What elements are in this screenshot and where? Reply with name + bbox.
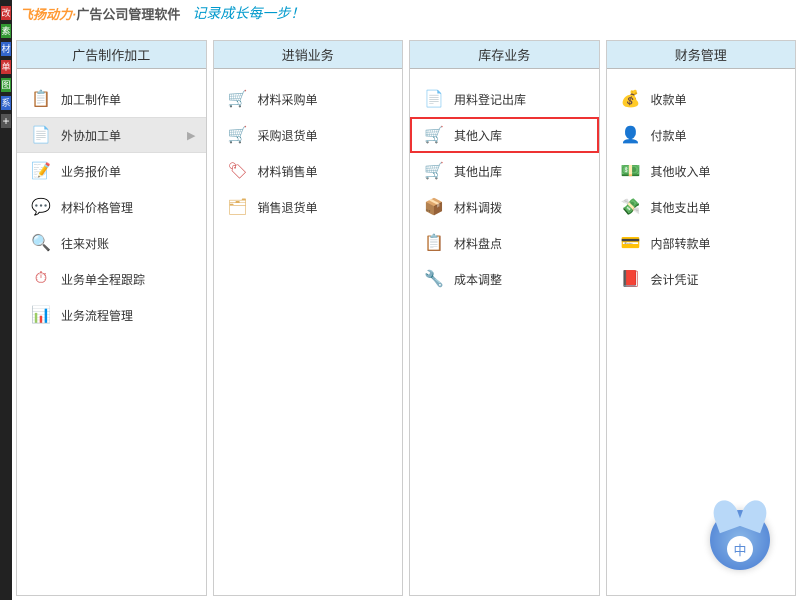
sidebar-add[interactable]: +	[1, 114, 11, 128]
menu-label: 往来对账	[61, 235, 196, 252]
menu-label: 会计凭证	[651, 271, 786, 288]
menu-label: 业务流程管理	[61, 307, 196, 324]
menu-item[interactable]: 📋 材料盘点	[410, 225, 599, 261]
sidebar-tab[interactable]: 图	[1, 78, 11, 92]
menu-label: 材料价格管理	[61, 199, 196, 216]
menu-item[interactable]: 🔧 成本调整	[410, 261, 599, 297]
menu-item[interactable]: 🏷 材料销售单	[214, 153, 403, 189]
menu-icon: 🏷	[228, 161, 248, 181]
menu-icon: 💳	[621, 233, 641, 253]
panel-body: 💰 收款单 👤 付款单 💵 其他收入单 💸 其他支出单 💳 内部转款单 📕 会计凭证	[607, 69, 796, 595]
menu-icon: 🛒	[228, 89, 248, 109]
panel-body: 🛒 材料采购单 🛒 采购退货单 🏷 材料销售单 🗂 销售退货单	[214, 69, 403, 595]
menu-label: 其他出库	[454, 163, 589, 180]
menu-label: 其他入库	[454, 127, 589, 144]
menu-icon: 📄	[424, 89, 444, 109]
menu-icon: 💵	[621, 161, 641, 181]
menu-icon: 🛒	[424, 161, 444, 181]
menu-label: 材料采购单	[258, 91, 393, 108]
panel-header: 进销业务	[214, 41, 403, 69]
menu-label: 其他收入单	[651, 163, 786, 180]
menu-item[interactable]: 💵 其他收入单	[607, 153, 796, 189]
menu-label: 材料盘点	[454, 235, 589, 252]
sidebar-tab[interactable]: 系	[1, 96, 11, 110]
menu-item[interactable]: 👤 付款单	[607, 117, 796, 153]
menu-icon: 📋	[424, 233, 444, 253]
sidebar-tab[interactable]: 改	[1, 6, 11, 20]
menu-icon: 📝	[31, 161, 51, 181]
floating-badge[interactable]: 中	[710, 510, 770, 570]
menu-item[interactable]: 🛒 采购退货单	[214, 117, 403, 153]
menu-label: 外协加工单	[61, 127, 187, 144]
menu-icon: 💰	[621, 89, 641, 109]
menu-item[interactable]: 💳 内部转款单	[607, 225, 796, 261]
menu-label: 材料调拨	[454, 199, 589, 216]
menu-label: 内部转款单	[651, 235, 786, 252]
menu-label: 其他支出单	[651, 199, 786, 216]
menu-icon: 🗂	[228, 197, 248, 217]
sidebar-tab[interactable]: 素	[1, 24, 11, 38]
slogan-text: 记录成长每一步！	[192, 3, 304, 23]
menu-icon: 🛒	[424, 125, 444, 145]
panel: 进销业务 🛒 材料采购单 🛒 采购退货单 🏷 材料销售单 🗂 销售退货单	[213, 40, 404, 596]
menu-label: 材料销售单	[258, 163, 393, 180]
menu-item[interactable]: 📋 加工制作单	[17, 81, 206, 117]
menu-icon: 🛒	[228, 125, 248, 145]
panel: 财务管理 💰 收款单 👤 付款单 💵 其他收入单 💸 其他支出单 💳 内部转款单 📕 会计凭证	[606, 40, 797, 596]
left-sidebar: 改素材单图系 +	[0, 0, 12, 600]
sidebar-tab[interactable]: 单	[1, 60, 11, 74]
menu-item[interactable]: 🛒 其他入库	[410, 117, 599, 153]
panel-header: 广告制作加工	[17, 41, 206, 69]
menu-item[interactable]: 📝 业务报价单	[17, 153, 206, 189]
menu-item[interactable]: 💸 其他支出单	[607, 189, 796, 225]
menu-item[interactable]: 💰 收款单	[607, 81, 796, 117]
menu-item[interactable]: 💬 材料价格管理	[17, 189, 206, 225]
menu-icon: 🔍	[31, 233, 51, 253]
app-header: 飞扬动力· 广告公司管理软件 记录成长每一步！	[0, 0, 800, 26]
menu-item[interactable]: 📊 业务流程管理	[17, 297, 206, 333]
menu-item[interactable]: 📕 会计凭证	[607, 261, 796, 297]
sidebar-tab[interactable]: 材	[1, 42, 11, 56]
menu-icon: 📕	[621, 269, 641, 289]
menu-label: 采购退货单	[258, 127, 393, 144]
panel: 库存业务 📄 用料登记出库 🛒 其他入库 🛒 其他出库 📦 材料调拨 📋 材料盘点 🔧 成本调整	[409, 40, 600, 596]
brand-subtitle: 广告公司管理软件	[76, 4, 180, 23]
main-panels: 广告制作加工 📋 加工制作单 📄 外协加工单▶ 📝 业务报价单 💬 材料价格管理 🔍 往来对账 ⏱ 业务…	[12, 36, 800, 600]
menu-label: 成本调整	[454, 271, 589, 288]
menu-item[interactable]: 🔍 往来对账	[17, 225, 206, 261]
menu-item[interactable]: 📄 用料登记出库	[410, 81, 599, 117]
menu-label: 付款单	[651, 127, 786, 144]
panel-header: 库存业务	[410, 41, 599, 69]
menu-label: 销售退货单	[258, 199, 393, 216]
menu-icon: 💬	[31, 197, 51, 217]
menu-item[interactable]: 🛒 材料采购单	[214, 81, 403, 117]
panel-body: 📋 加工制作单 📄 外协加工单▶ 📝 业务报价单 💬 材料价格管理 🔍 往来对账 ⏱ 业务单全程跟踪 📊…	[17, 69, 206, 595]
badge-center-text: 中	[727, 536, 753, 562]
menu-label: 用料登记出库	[454, 91, 589, 108]
menu-icon: 📊	[31, 305, 51, 325]
panel-header: 财务管理	[607, 41, 796, 69]
menu-item[interactable]: 📦 材料调拨	[410, 189, 599, 225]
chevron-right-icon: ▶	[187, 129, 195, 142]
panel: 广告制作加工 📋 加工制作单 📄 外协加工单▶ 📝 业务报价单 💬 材料价格管理 🔍 往来对账 ⏱ 业务…	[16, 40, 207, 596]
brand-name: 飞扬动力·	[20, 4, 76, 23]
menu-icon: 👤	[621, 125, 641, 145]
menu-label: 业务报价单	[61, 163, 196, 180]
menu-icon: 📄	[31, 125, 51, 145]
menu-label: 业务单全程跟踪	[61, 271, 196, 288]
menu-icon: 🔧	[424, 269, 444, 289]
menu-icon: 📦	[424, 197, 444, 217]
menu-item[interactable]: ⏱ 业务单全程跟踪	[17, 261, 206, 297]
menu-label: 加工制作单	[61, 91, 196, 108]
menu-icon: 📋	[31, 89, 51, 109]
menu-item[interactable]: 🗂 销售退货单	[214, 189, 403, 225]
menu-label: 收款单	[651, 91, 786, 108]
panel-body: 📄 用料登记出库 🛒 其他入库 🛒 其他出库 📦 材料调拨 📋 材料盘点 🔧 成本调整	[410, 69, 599, 595]
menu-icon: 💸	[621, 197, 641, 217]
menu-icon: ⏱	[31, 269, 51, 289]
menu-item[interactable]: 📄 外协加工单▶	[17, 117, 206, 153]
menu-item[interactable]: 🛒 其他出库	[410, 153, 599, 189]
